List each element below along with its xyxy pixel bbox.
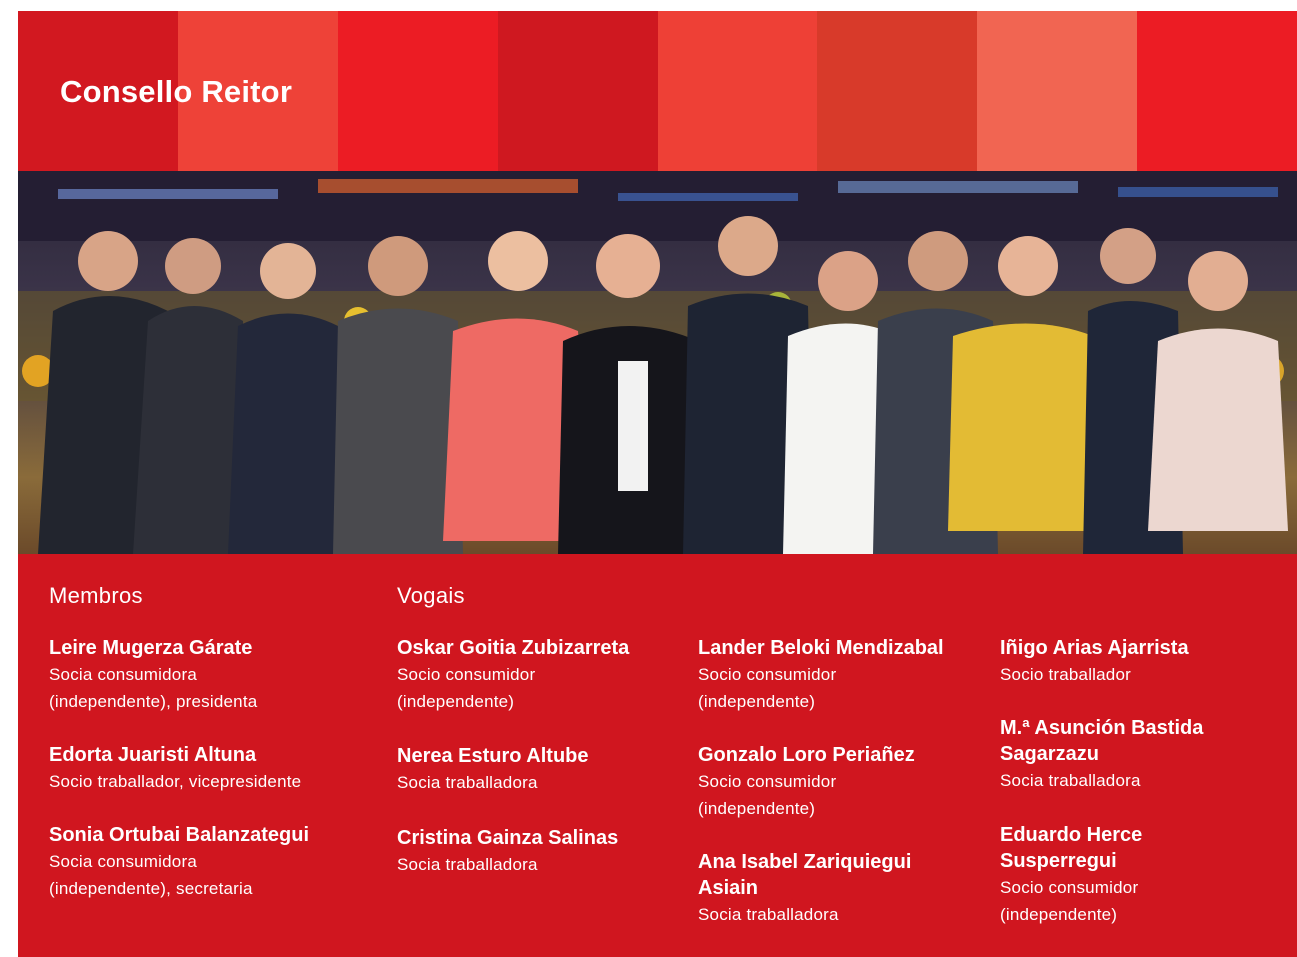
vogal-role: (independente) xyxy=(698,692,816,711)
vogal-name-line2: Susperregui xyxy=(1000,850,1117,872)
member-entry: Edorta Juaristi Altuna Socio traballador… xyxy=(49,742,349,795)
group-photo-illustration xyxy=(18,171,1297,554)
member-name: Leire Mugerza Gárate xyxy=(49,637,253,659)
vogal-entry: Iñigo Arias Ajarrista Socio traballador xyxy=(1000,635,1297,688)
vogal-entry: Ana Isabel Zariquiegui Asiain Socia trab… xyxy=(698,849,998,928)
vogal-entry: Lander Beloki Mendizabal Socio consumido… xyxy=(698,635,998,715)
header-stripe xyxy=(977,11,1138,171)
vogal-entry: Eduardo Herce Susperregui Socio consumid… xyxy=(1000,822,1297,928)
header-stripe xyxy=(817,11,978,171)
member-role: Socia consumidora xyxy=(49,852,197,871)
member-role: Socia consumidora xyxy=(49,665,197,684)
member-role: (independente), secretaria xyxy=(49,879,253,898)
vogal-name-line2: Sagarzazu xyxy=(1000,743,1099,765)
vogal-name-line2: Asiain xyxy=(698,877,759,899)
vogal-role: Socia traballadora xyxy=(698,905,839,924)
vogal-name: Nerea Esturo Altube xyxy=(397,745,589,767)
page: Consello Reitor Membros Vogais Leire Mug… xyxy=(18,11,1297,957)
vogal-name: Eduardo Herce xyxy=(1000,824,1143,846)
vogal-name: Cristina Gainza Salinas xyxy=(397,827,619,849)
vogal-role: Socio consumidor xyxy=(397,665,536,684)
vogal-entry: Cristina Gainza Salinas Socia traballado… xyxy=(397,825,697,878)
vogal-role: (independente) xyxy=(698,799,816,818)
vogal-name: Gonzalo Loro Periañez xyxy=(698,744,915,766)
vogal-entry: Gonzalo Loro Periañez Socio consumidor (… xyxy=(698,742,998,822)
vogal-entry: Nerea Esturo Altube Socia traballadora xyxy=(397,743,697,796)
group-photo xyxy=(18,171,1297,554)
header-stripe xyxy=(1137,11,1297,171)
vogal-role: Socio traballador xyxy=(1000,665,1131,684)
member-entry: Leire Mugerza Gárate Socia consumidora (… xyxy=(49,635,349,715)
vogal-role: Socia traballadora xyxy=(397,773,538,792)
vogal-entry: Oskar Goitia Zubizarreta Socio consumido… xyxy=(397,635,697,715)
member-name: Sonia Ortubai Balanzategui xyxy=(49,824,310,846)
vogais-heading: Vogais xyxy=(397,583,465,608)
member-name: Edorta Juaristi Altuna xyxy=(49,744,257,766)
header-stripe xyxy=(497,11,658,171)
vogal-name: M.ª Asunción Bastida xyxy=(1000,717,1204,739)
member-role: Socio traballador, vicepresidente xyxy=(49,772,302,791)
membros-heading: Membros xyxy=(49,583,143,608)
members-panel: Membros Vogais Leire Mugerza Gárate Soci… xyxy=(18,554,1297,957)
page-title: Consello Reitor xyxy=(60,74,293,109)
vogal-entry: M.ª Asunción Bastida Sagarzazu Socia tra… xyxy=(1000,715,1297,794)
vogal-role: Socia traballadora xyxy=(397,855,538,874)
vogal-role: Socio consumidor xyxy=(698,665,837,684)
member-role: (independente), presidenta xyxy=(49,692,258,711)
header-stripe xyxy=(657,11,818,171)
vogal-role: (independente) xyxy=(397,692,515,711)
vogal-name: Ana Isabel Zariquiegui xyxy=(698,851,912,873)
member-entry: Sonia Ortubai Balanzategui Socia consumi… xyxy=(49,822,349,902)
vogal-role: (independente) xyxy=(1000,905,1118,924)
header-stripe xyxy=(337,11,498,171)
vogal-role: Socio consumidor xyxy=(698,772,837,791)
vogal-name: Lander Beloki Mendizabal xyxy=(698,637,944,659)
vogal-role: Socia traballadora xyxy=(1000,771,1141,790)
vogal-name: Oskar Goitia Zubizarreta xyxy=(397,637,630,659)
vogal-role: Socio consumidor xyxy=(1000,878,1139,897)
vogal-name: Iñigo Arias Ajarrista xyxy=(1000,637,1189,659)
